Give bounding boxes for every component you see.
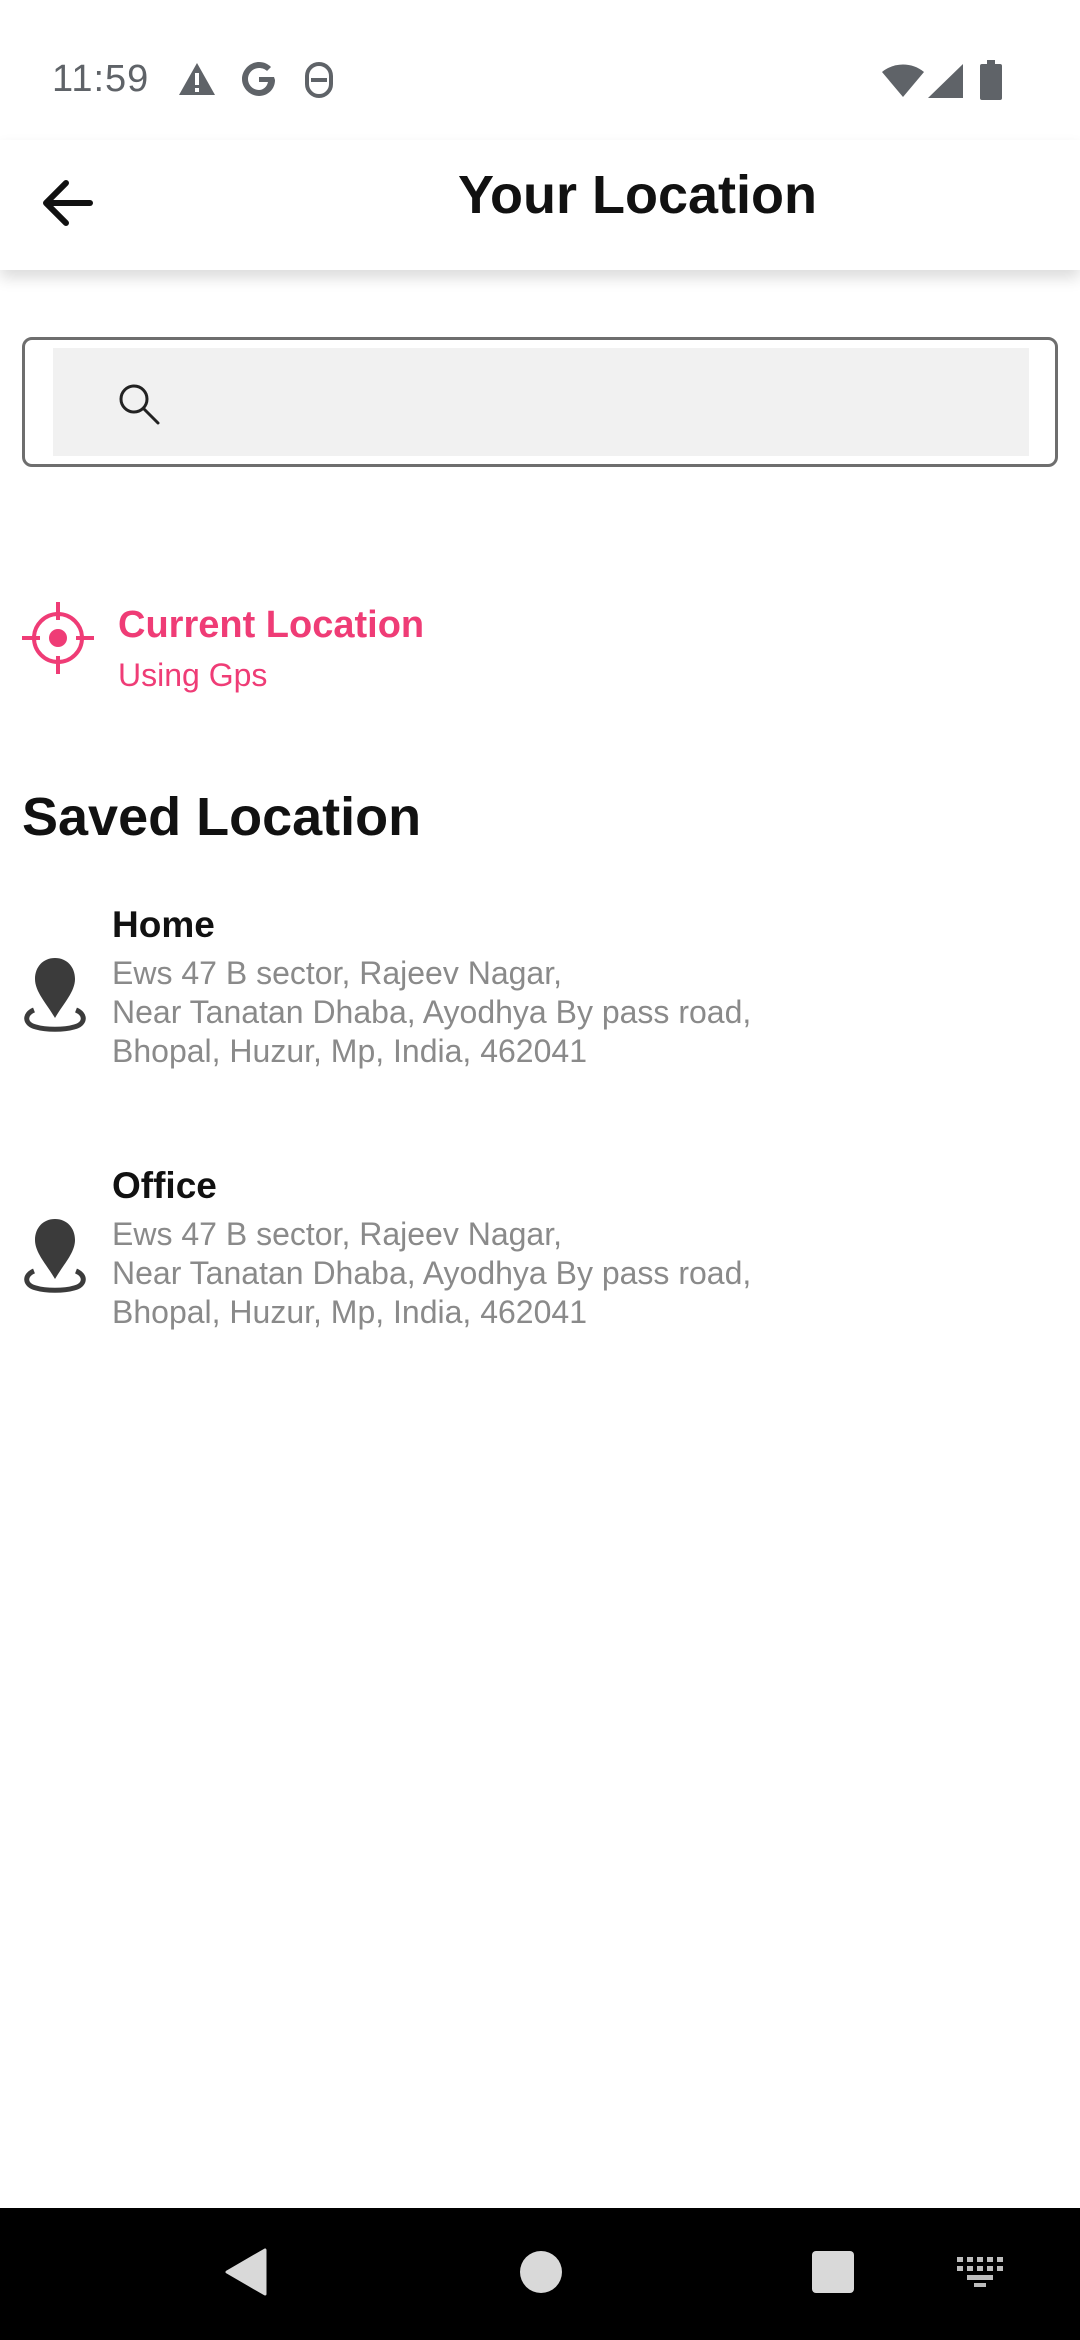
google-icon — [240, 60, 278, 103]
back-triangle-icon — [223, 2248, 267, 2301]
saved-location-office[interactable]: Office Ews 47 B sector, Rajeev Nagar, Ne… — [20, 1165, 1060, 1345]
app-bar: Your Location — [0, 140, 1080, 270]
saved-location-heading: Saved Location — [22, 787, 422, 847]
keyboard-icon — [957, 2256, 1003, 2292]
address-line: Near Tanatan Dhaba, Ayodhya By pass road… — [112, 1255, 752, 1291]
status-time: 11:59 — [52, 58, 150, 100]
search-box[interactable] — [22, 337, 1058, 467]
current-location-subtitle: Using Gps — [118, 657, 268, 693]
saved-location-address: Ews 47 B sector, Rajeev Nagar, Near Tana… — [112, 1215, 1032, 1332]
map-pin-icon — [20, 1215, 90, 1298]
home-circle-icon — [519, 2250, 563, 2299]
nav-recents-button[interactable] — [788, 2208, 878, 2340]
search-icon — [117, 382, 161, 431]
current-location-option[interactable]: Current Location Using Gps — [20, 594, 620, 704]
nav-home-button[interactable] — [496, 2208, 586, 2340]
arrow-left-icon — [42, 179, 94, 231]
warning-icon — [178, 62, 216, 101]
saved-location-address: Ews 47 B sector, Rajeev Nagar, Near Tana… — [112, 954, 1032, 1071]
privacy-icon — [302, 60, 336, 105]
address-line: Ews 47 B sector, Rajeev Nagar, — [112, 955, 562, 991]
saved-location-name: Home — [112, 904, 215, 945]
current-location-title: Current Location — [118, 604, 425, 646]
status-bar: 11:59 — [0, 0, 1080, 140]
map-pin-icon — [20, 954, 90, 1037]
address-line: Ews 47 B sector, Rajeev Nagar, — [112, 1216, 562, 1252]
nav-back-button[interactable] — [200, 2208, 290, 2340]
address-line: Bhopal, Huzur, Mp, India, 462041 — [112, 1033, 587, 1069]
saved-location-name: Office — [112, 1165, 217, 1206]
address-line: Bhopal, Huzur, Mp, India, 462041 — [112, 1294, 587, 1330]
search-input[interactable] — [173, 370, 997, 436]
nav-keyboard-button[interactable] — [940, 2208, 1020, 2340]
back-button[interactable] — [30, 167, 106, 243]
page-title: Your Location — [458, 165, 817, 225]
search-field[interactable] — [53, 348, 1029, 456]
wifi-icon — [882, 64, 924, 103]
signal-icon — [928, 64, 964, 103]
recents-square-icon — [811, 2250, 855, 2299]
gps-target-icon — [20, 600, 96, 681]
screen: 11:59 Your Location Current Location Usi… — [0, 0, 1080, 2340]
battery-icon — [980, 60, 1002, 105]
saved-location-home[interactable]: Home Ews 47 B sector, Rajeev Nagar, Near… — [20, 904, 1060, 1084]
system-nav-bar — [0, 2208, 1080, 2340]
address-line: Near Tanatan Dhaba, Ayodhya By pass road… — [112, 994, 752, 1030]
